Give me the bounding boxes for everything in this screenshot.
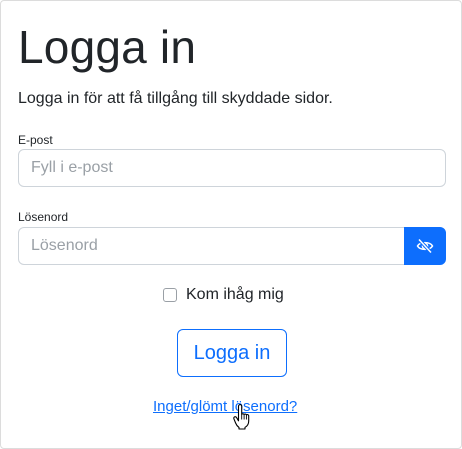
email-field[interactable]: [18, 149, 446, 187]
login-card: Logga in Logga in för att få tillgång ti…: [0, 0, 462, 449]
eye-slash-icon: [416, 238, 434, 254]
toggle-password-visibility-button[interactable]: [404, 227, 446, 265]
forgot-password-link[interactable]: Inget/glömt lösenord?: [153, 397, 297, 417]
page-title: Logga in: [18, 21, 197, 73]
remember-me-label: Kom ihåg mig: [186, 286, 284, 303]
page-subtitle: Logga in för att få tillgång till skydda…: [18, 90, 333, 107]
password-label: Lösenord: [18, 210, 69, 224]
password-field[interactable]: [18, 227, 405, 265]
login-button[interactable]: Logga in: [177, 329, 287, 377]
remember-me-checkbox[interactable]: Kom ihåg mig: [163, 285, 284, 305]
email-label: E-post: [18, 133, 53, 147]
checkbox-box[interactable]: [163, 288, 177, 302]
